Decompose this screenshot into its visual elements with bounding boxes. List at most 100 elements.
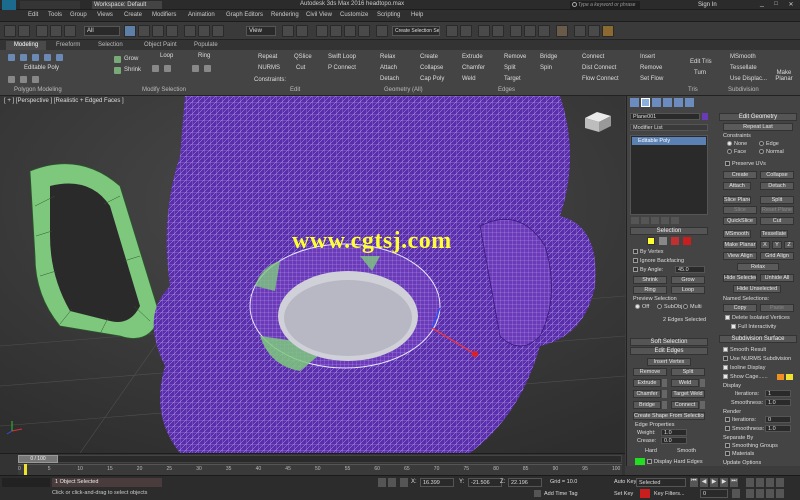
geometry-section[interactable]: Geometry (All) [384,87,423,93]
create-shape-button[interactable]: Create Shape From Selection [633,412,705,420]
set-key-button[interactable]: Set Key [614,491,633,497]
search-icon[interactable] [572,2,577,7]
border-mode-icon[interactable] [32,54,39,61]
render-setup-icon[interactable] [574,25,586,37]
view-align-button[interactable]: View Align [723,252,757,260]
modify-selection-section[interactable]: Modify Selection [142,87,186,93]
subdivision-surface-rollout-header[interactable]: Subdivision Surface [719,335,797,343]
border-selection-icon[interactable] [671,237,679,245]
field-of-view-icon[interactable] [746,489,754,498]
edges-target-weld-button[interactable]: Target Weld [671,390,705,398]
show-end-result-stack-icon[interactable] [641,217,649,224]
edges-weld-button[interactable]: Weld [671,379,699,387]
preserve-uvs-checkbox[interactable]: Preserve UVs [725,161,766,167]
percent-snap-icon[interactable] [344,25,356,37]
remove-button[interactable]: Remove [504,54,526,60]
zoom-all-icon[interactable] [756,478,764,487]
search-input[interactable]: Type a keyword or phrase [570,1,640,9]
maximize-viewport-icon[interactable] [776,489,784,498]
create-button[interactable]: Create [420,54,438,60]
constraint-normal-radio[interactable]: Normal [759,149,784,155]
remove-modifier-icon[interactable] [661,217,669,224]
menu-rendering[interactable]: Rendering [271,12,299,18]
slice-plane-button[interactable]: Slice Plane [723,196,751,204]
rectangular-selection-icon[interactable] [152,25,164,37]
selection-shrink-button[interactable]: Shrink [633,276,667,284]
weld-settings-icon[interactable] [700,379,705,387]
utilities-tab-icon[interactable] [685,98,694,107]
geometry-create-button[interactable]: Create [723,171,757,179]
render-production-icon[interactable] [602,25,614,37]
time-slider-thumb[interactable]: 0 / 100 [18,455,58,463]
hierarchy-tab-icon[interactable] [652,98,661,107]
grid-align-button[interactable]: Grid Align [760,252,794,260]
cut-button[interactable]: Cut [296,65,305,71]
render-iterations-checkbox[interactable]: Iterations: [725,417,756,423]
crease-spinner[interactable]: 0.0 [661,437,687,444]
display-iterations-spinner[interactable]: 1 [765,390,791,397]
tab-freeform[interactable]: Freeform [56,41,80,50]
angle-snap-icon[interactable] [330,25,342,37]
render-smoothness-checkbox[interactable]: Smoothness: [725,426,764,432]
connect-settings-icon[interactable] [700,401,705,409]
selection-loop-button[interactable]: Loop [671,286,705,294]
smoothing-groups-checkbox[interactable]: Smoothing Groups [725,443,778,449]
stack-item-editable-poly[interactable]: Editable Poly [632,137,706,145]
mirror-icon[interactable] [446,25,458,37]
soft-selection-rollout-header[interactable]: Soft Selection [630,338,708,346]
remove-loop-button[interactable]: Remove [640,65,662,71]
show-end-result-icon[interactable] [20,76,27,83]
edges-split-button[interactable]: Split [671,368,705,376]
sign-in-link[interactable]: Sign In [698,2,717,8]
unhide-all-button[interactable]: Unhide All [760,274,794,282]
add-time-tag-button[interactable]: Add Time Tag [544,491,578,497]
by-vertex-checkbox[interactable]: By Vertex [633,249,664,255]
undo-icon[interactable] [4,25,16,37]
quick-access-toolbar[interactable] [20,1,80,9]
ignore-backfacing-checkbox[interactable]: Ignore Backfacing [633,258,684,264]
loop-button[interactable]: Loop [160,53,173,59]
edge-selection-icon[interactable] [659,237,667,245]
schematic-view-icon[interactable] [538,25,550,37]
pin-stack-icon[interactable] [631,217,639,224]
menu-create[interactable]: Create [124,12,142,18]
edit-tris-button[interactable]: Edit Tris [690,59,712,65]
close-button[interactable]: ✕ [785,1,797,9]
selection-grow-button[interactable]: Grow [671,276,705,284]
edit-section[interactable]: Edit [290,87,300,93]
layer-explorer-icon[interactable] [478,25,490,37]
polygon-mode-icon[interactable] [44,54,51,61]
perspective-viewport[interactable]: [ + ] [Perspective ] [Realistic + Edged … [0,96,625,453]
graphite-toggle-icon[interactable] [510,25,522,37]
element-mode-icon[interactable] [56,54,63,61]
named-paste-button[interactable]: Paste [760,304,794,312]
qslice-button[interactable]: QSlice [294,54,312,60]
bridge-settings-icon[interactable] [662,401,667,409]
bind-space-warp-icon[interactable] [64,25,76,37]
attach-button[interactable]: Attach [380,65,397,71]
geometry-attach-button[interactable]: Attach [723,182,751,190]
loop-step-icon[interactable] [164,65,171,72]
object-name-field[interactable]: Plane001 [630,113,700,120]
use-nurms-checkbox[interactable]: Use NURMS Subdivision [723,356,791,362]
edit-named-selection-icon[interactable] [376,25,388,37]
layer-manager-icon[interactable] [492,25,504,37]
shrink-button[interactable]: Shrink [124,67,141,73]
collapse-stack-icon[interactable] [32,76,39,83]
loop-mode-icon[interactable] [152,65,159,72]
z-coordinate-field[interactable]: 22.196 [508,478,542,487]
display-smoothness-spinner[interactable]: 1.0 [765,399,791,406]
display-tab-icon[interactable] [674,98,683,107]
rotate-icon[interactable] [198,25,210,37]
viewport-label[interactable]: [ + ] [Perspective ] [Realistic + Edged … [4,98,124,104]
preview-subobj-radio[interactable]: SubObj [657,304,682,310]
menu-civil-view[interactable]: Civil View [306,12,332,18]
edges-connect-button[interactable]: Connect [671,401,699,409]
slice-button[interactable]: Slice [723,206,757,214]
pivot-icon[interactable] [282,25,294,37]
repeat-button[interactable]: Repeat [258,54,277,60]
show-cage-checkbox[interactable]: Show Cage...... [723,374,768,380]
vertex-selection-icon[interactable] [647,237,655,245]
make-planar-button[interactable]: Make Planar [770,70,798,82]
edges-section[interactable]: Edges [498,87,515,93]
